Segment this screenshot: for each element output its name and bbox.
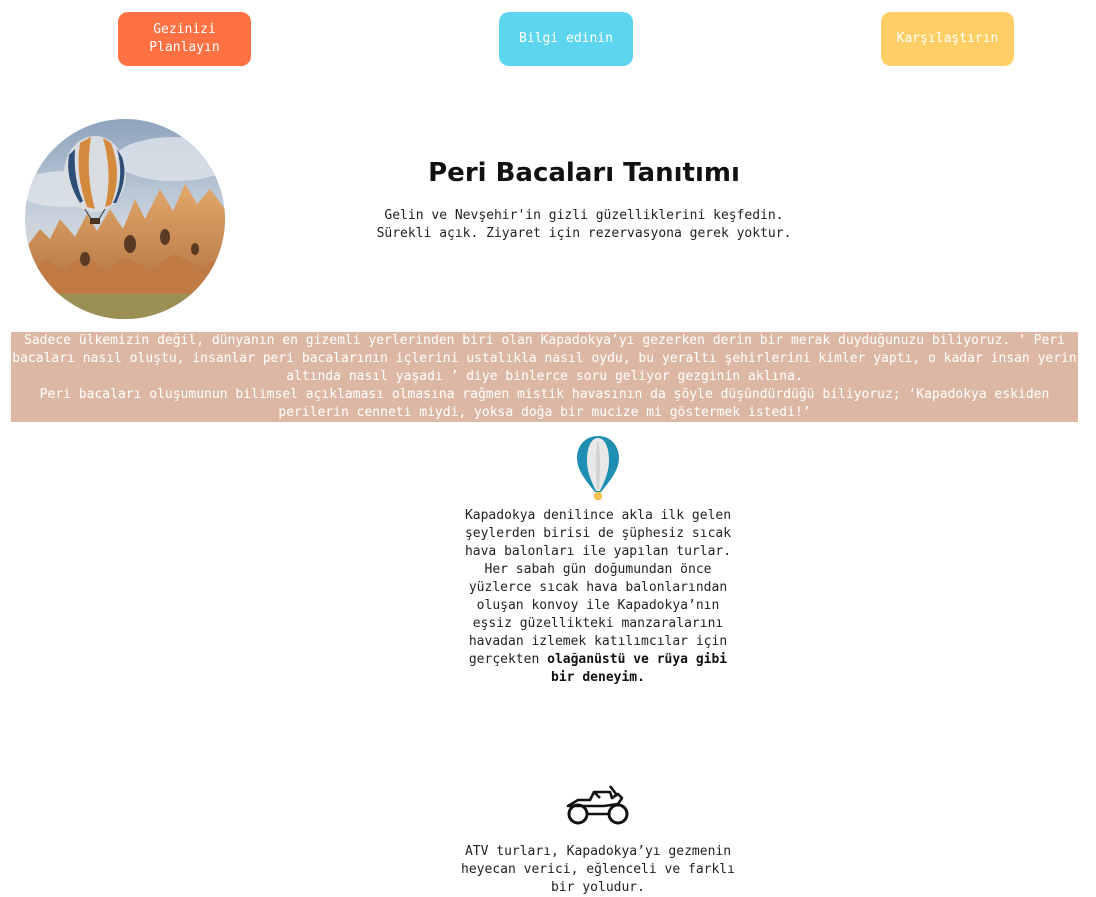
motorcycle-icon [564, 784, 632, 826]
compare-button[interactable]: Karşılaştırın [881, 12, 1014, 66]
get-info-button[interactable]: Bilgi edinin [499, 12, 633, 66]
balloon-emphasis: olağanüstü ve rüya gibi bir deneyim. [547, 652, 728, 685]
atv-description: ATV turları, Kapadokya’yı gezmenin heyec… [461, 844, 735, 895]
intro-paragraph: Peri bacaları oluşumunun bilimsel açıkla… [39, 387, 1050, 420]
balloon-description: Kapadokya denilince akla ilk gelen şeyle… [458, 507, 738, 687]
subtitle-line: Sürekli açık. Ziyaret için rezervasyona … [376, 226, 792, 241]
plan-trip-button[interactable]: Gezinizi Planlayın [118, 12, 251, 66]
intro-paragraph: Sadece ülkemizin değil, dünyanın en gize… [12, 333, 1077, 384]
subtitle-line: Gelin ve Nevşehir'in gizli güzelliklerin… [384, 208, 784, 223]
cappadocia-photo [25, 119, 225, 319]
intro-banner: Sadece ülkemizin değil, dünyanın en gize… [11, 332, 1078, 422]
hot-air-balloon-icon [575, 434, 621, 502]
balloon-text: Kapadokya denilince akla ilk gelen şeyle… [464, 508, 732, 667]
page-title: Peri Bacaları Tanıtımı [428, 158, 740, 188]
page-subtitle: Gelin ve Nevşehir'in gizli güzelliklerin… [334, 207, 834, 243]
